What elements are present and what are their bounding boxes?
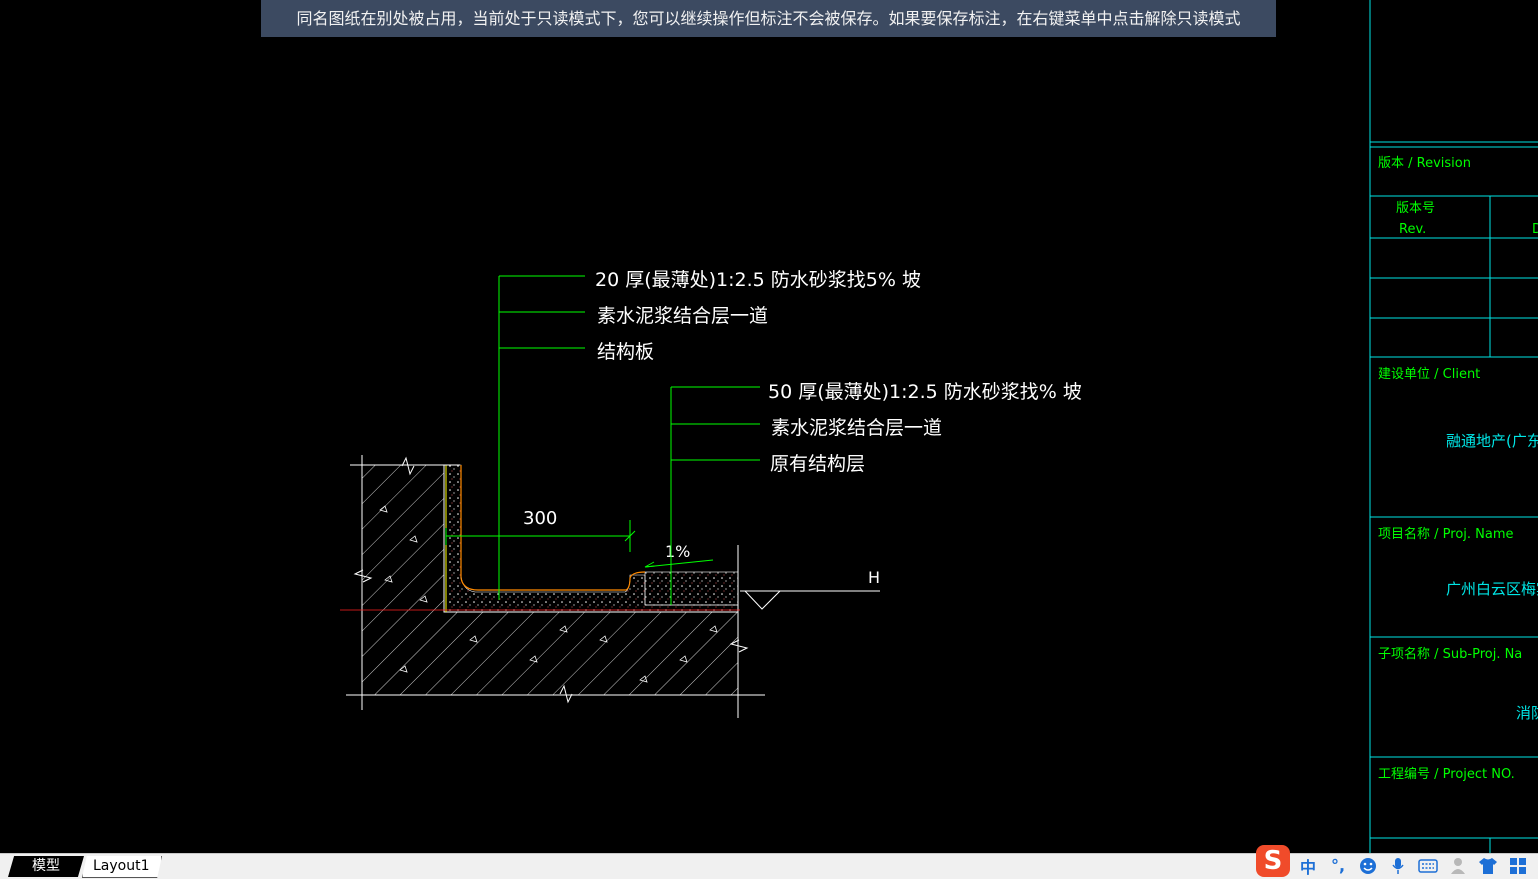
upper-callout-line-3: 结构板 [597, 341, 654, 363]
slope-text: 1% [665, 542, 690, 561]
tab-model[interactable]: 模型 [8, 856, 84, 877]
ime-language-toggle[interactable]: 中 [1296, 855, 1320, 877]
emoji-icon[interactable] [1356, 855, 1380, 877]
client-label: 建设单位 / Client [1378, 367, 1480, 382]
skin-shirt-icon[interactable] [1476, 855, 1500, 877]
upper-callout-line-2: 素水泥浆结合层一道 [597, 305, 768, 327]
slope-arrow [644, 559, 714, 568]
sogou-logo-icon[interactable]: S [1256, 844, 1290, 877]
tab-layout1[interactable]: Layout1 [82, 856, 162, 878]
mortar-layer [445, 464, 739, 613]
dimension-text: 300 [523, 508, 557, 529]
sub-proj-value: 消防 [1516, 704, 1538, 722]
ime-toolbar: S 中 °, [1254, 844, 1538, 878]
lower-callout-line-2: 素水泥浆结合层一道 [771, 417, 942, 439]
project-no-label: 工程编号 / Project NO. [1378, 767, 1515, 782]
sub-proj-label: 子项名称 / Sub-Proj. Na [1378, 646, 1522, 662]
level-mark [740, 590, 880, 610]
rev-col2-label: D [1532, 222, 1538, 237]
client-value: 融通地产(广东)有限 [1446, 432, 1538, 450]
ime-punctuation-toggle[interactable]: °, [1326, 855, 1350, 877]
lower-callout-line-3: 原有结构层 [770, 453, 865, 475]
proj-name-value: 广州白云区梅宾北路 [1446, 580, 1538, 598]
cad-drawing-canvas[interactable]: 300 1% H 20 厚(最薄处)1:2.5 防水砂浆找5% 坡 素水泥浆结合… [0, 0, 1538, 853]
toolbox-grid-icon[interactable] [1506, 855, 1530, 877]
level-mark-text: H [868, 568, 880, 587]
lower-callout-line-1: 50 厚(最薄处)1:2.5 防水砂浆找% 坡 [768, 381, 1082, 403]
readonly-warning-banner: 同名图纸在别处被占用，当前处于只读模式下，您可以继续操作但标注不会被保存。如果要… [261, 0, 1276, 37]
keyboard-icon[interactable] [1416, 855, 1440, 877]
upper-callout-line-1: 20 厚(最薄处)1:2.5 防水砂浆找5% 坡 [595, 269, 921, 291]
upper-callout-leader [498, 275, 585, 600]
microphone-icon[interactable] [1386, 855, 1410, 877]
title-block [1369, 0, 1538, 853]
revision-label: 版本 / Revision [1378, 156, 1471, 171]
user-icon[interactable] [1446, 855, 1470, 877]
rev-no-en-label: Rev. [1399, 222, 1426, 237]
proj-name-label: 项目名称 / Proj. Name [1378, 526, 1514, 542]
rev-no-cn-label: 版本号 [1396, 201, 1435, 216]
